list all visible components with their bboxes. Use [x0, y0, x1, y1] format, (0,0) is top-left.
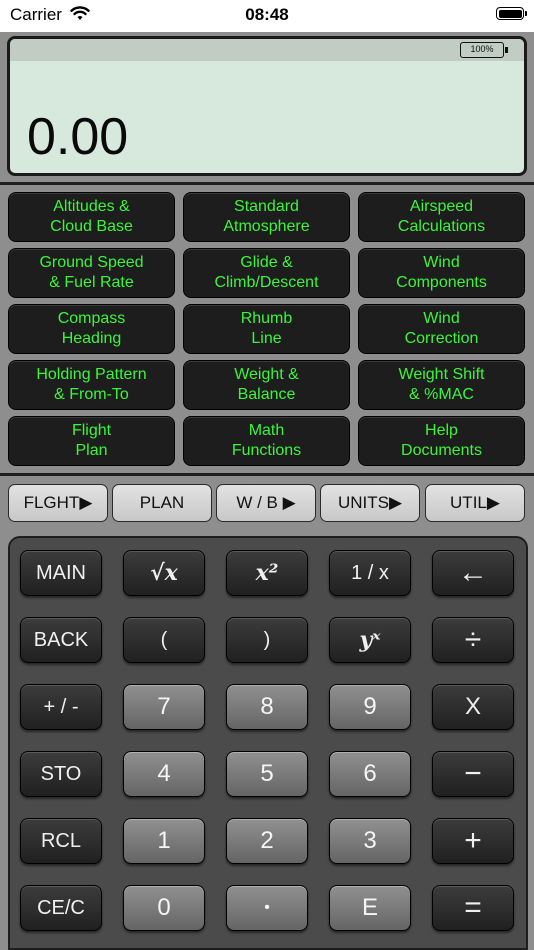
- tab-flight[interactable]: FLGHT▶: [8, 484, 108, 522]
- weight-balance-button[interactable]: Weight & Balance: [183, 360, 350, 410]
- help-documents-button[interactable]: Help Documents: [358, 416, 525, 466]
- decimal-key[interactable]: •: [226, 885, 308, 931]
- minus-key[interactable]: −: [432, 751, 514, 797]
- divider: [0, 182, 534, 185]
- digit-6-key[interactable]: 6: [329, 751, 411, 797]
- wind-components-button[interactable]: Wind Components: [358, 248, 525, 298]
- reciprocal-key[interactable]: 1 / x: [329, 550, 411, 596]
- status-bar: Carrier 08:48: [0, 0, 534, 32]
- sqrt-key[interactable]: √x: [123, 550, 205, 596]
- keypad: MAIN √x x² 1 / x ← BACK ( ) yˣ ÷ + / - 7…: [8, 536, 528, 950]
- mode-tabs: FLGHT▶ PLAN W / B ▶ UNITS▶ UTIL▶: [0, 478, 534, 528]
- standard-atmosphere-button[interactable]: Standard Atmosphere: [183, 192, 350, 242]
- math-functions-button[interactable]: Math Functions: [183, 416, 350, 466]
- left-paren-key[interactable]: (: [123, 617, 205, 663]
- digit-9-key[interactable]: 9: [329, 684, 411, 730]
- tab-units[interactable]: UNITS▶: [320, 484, 420, 522]
- multiply-key[interactable]: X: [432, 684, 514, 730]
- equals-key[interactable]: =: [432, 885, 514, 931]
- holding-pattern-button[interactable]: Holding Pattern & From-To: [8, 360, 175, 410]
- digit-7-key[interactable]: 7: [123, 684, 205, 730]
- battery-icon: [496, 7, 527, 20]
- digit-4-key[interactable]: 4: [123, 751, 205, 797]
- display-value: 0.00: [27, 108, 129, 166]
- weight-shift-mac-button[interactable]: Weight Shift & %MAC: [358, 360, 525, 410]
- display-area: 100% 0.00: [0, 32, 534, 182]
- digit-3-key[interactable]: 3: [329, 818, 411, 864]
- ground-speed-fuel-rate-button[interactable]: Ground Speed & Fuel Rate: [8, 248, 175, 298]
- digit-5-key[interactable]: 5: [226, 751, 308, 797]
- store-key[interactable]: STO: [20, 751, 102, 797]
- right-paren-key[interactable]: ): [226, 617, 308, 663]
- flight-plan-button[interactable]: Flight Plan: [8, 416, 175, 466]
- power-key[interactable]: yˣ: [329, 617, 411, 663]
- recall-key[interactable]: RCL: [20, 818, 102, 864]
- airspeed-calculations-button[interactable]: Airspeed Calculations: [358, 192, 525, 242]
- rhumb-line-button[interactable]: Rhumb Line: [183, 304, 350, 354]
- tab-util[interactable]: UTIL▶: [425, 484, 525, 522]
- plus-key[interactable]: +: [432, 818, 514, 864]
- main-key[interactable]: MAIN: [20, 550, 102, 596]
- digit-0-key[interactable]: 0: [123, 885, 205, 931]
- negate-key[interactable]: + / -: [20, 684, 102, 730]
- exponent-key[interactable]: E: [329, 885, 411, 931]
- glide-climb-descent-button[interactable]: Glide & Climb/Descent: [183, 248, 350, 298]
- display-battery-indicator: 100%: [460, 42, 508, 58]
- back-key[interactable]: BACK: [20, 617, 102, 663]
- altitudes-cloud-base-button[interactable]: Altitudes & Cloud Base: [8, 192, 175, 242]
- tab-plan[interactable]: PLAN: [112, 484, 212, 522]
- divider: [0, 473, 534, 476]
- calculator-display: 100% 0.00: [7, 36, 527, 176]
- divide-key[interactable]: ÷: [432, 617, 514, 663]
- wind-correction-button[interactable]: Wind Correction: [358, 304, 525, 354]
- digit-8-key[interactable]: 8: [226, 684, 308, 730]
- clock: 08:48: [245, 5, 289, 24]
- backspace-key[interactable]: ←: [432, 550, 514, 596]
- digit-1-key[interactable]: 1: [123, 818, 205, 864]
- tab-weight-balance[interactable]: W / B ▶: [216, 484, 316, 522]
- compass-heading-button[interactable]: Compass Heading: [8, 304, 175, 354]
- square-key[interactable]: x²: [226, 550, 308, 596]
- clear-key[interactable]: CE/C: [20, 885, 102, 931]
- digit-2-key[interactable]: 2: [226, 818, 308, 864]
